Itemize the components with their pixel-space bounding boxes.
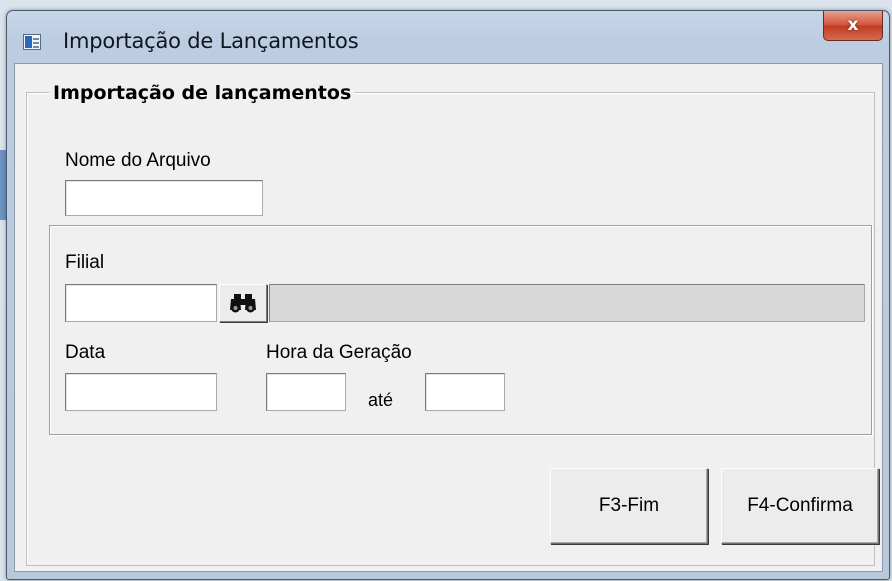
- window-title: Importação de Lançamentos: [63, 29, 359, 53]
- nome-arquivo-input[interactable]: [65, 180, 263, 216]
- filial-lookup-button[interactable]: [219, 284, 267, 322]
- binoculars-icon: [230, 294, 256, 313]
- fim-button[interactable]: F3-Fim: [550, 468, 708, 544]
- hora-fim-input[interactable]: [425, 373, 505, 411]
- nome-arquivo-label: Nome do Arquivo: [65, 150, 211, 171]
- data-label: Data: [65, 342, 106, 363]
- hora-inicio-input[interactable]: [266, 373, 346, 411]
- title-bar[interactable]: Importação de Lançamentos x: [7, 11, 889, 63]
- filial-description-field: [269, 284, 865, 322]
- confirma-button[interactable]: F4-Confirma: [721, 468, 879, 544]
- dialog-window: Importação de Lançamentos x Importação d…: [6, 10, 890, 580]
- data-input[interactable]: [65, 373, 217, 411]
- groupbox-title: Importação de lançamentos: [49, 82, 356, 104]
- close-button[interactable]: x: [823, 11, 883, 41]
- close-icon: x: [847, 15, 859, 35]
- window-app-icon: [23, 34, 41, 50]
- ate-label: até: [368, 390, 394, 410]
- hora-geracao-label: Hora da Geração: [266, 342, 412, 363]
- dialog-body: Importação de lançamentos Nome do Arquiv…: [14, 63, 883, 572]
- filial-label: Filial: [65, 252, 105, 273]
- filial-input[interactable]: [65, 284, 217, 322]
